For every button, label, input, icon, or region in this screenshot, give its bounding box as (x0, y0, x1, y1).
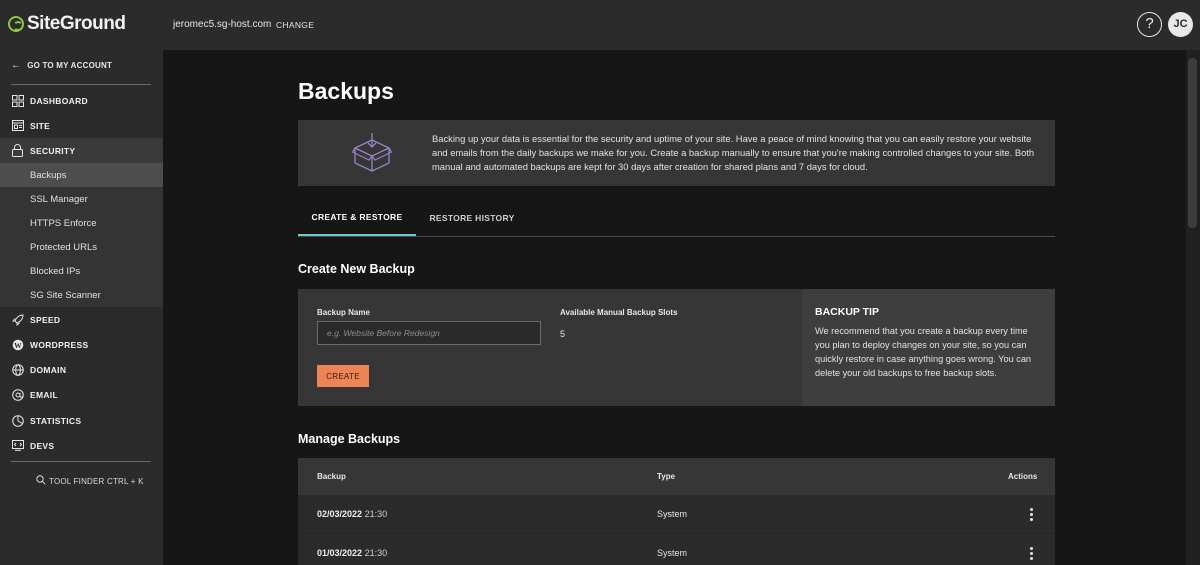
backup-name-label: Backup Name (317, 308, 370, 317)
backup-tip-text: We recommend that you create a backup ev… (815, 326, 1032, 378)
create-backup-button[interactable]: CREATE (317, 365, 369, 387)
row-actions-menu-icon[interactable] (1025, 505, 1037, 523)
logo-mark-icon (8, 16, 24, 32)
sidebar-subitem-sg-site-scanner[interactable]: SG Site Scanner (0, 283, 163, 307)
backup-time: 21:30 (364, 509, 388, 519)
search-icon (36, 475, 46, 487)
backup-tip-panel: BACKUP TIP We recommend that you create … (802, 289, 1055, 406)
sidebar-item-email[interactable]: EMAIL (0, 382, 163, 407)
top-bar: SiteGround jeromec5.sg-host.com CHANGE ?… (0, 0, 1200, 50)
table-row: 02/03/2022 21:30 System (298, 495, 1055, 533)
arrow-left-icon: ← (11, 60, 22, 71)
site-icon (11, 119, 24, 132)
sidebar-item-dashboard[interactable]: DASHBOARD (0, 88, 163, 113)
sidebar-item-domain[interactable]: DOMAIN (0, 357, 163, 382)
row-actions-menu-icon[interactable] (1025, 544, 1037, 562)
svg-text:W: W (14, 340, 22, 349)
scrollbar-thumb[interactable] (1188, 58, 1197, 228)
globe-icon (11, 363, 24, 376)
rocket-icon (11, 313, 24, 326)
column-header-actions: Actions (1008, 472, 1038, 481)
backup-box-icon (351, 132, 393, 179)
backup-type: System (657, 548, 688, 558)
backup-date-value: 01/03/2022 (317, 548, 363, 558)
sidebar-item-label: SECURITY (30, 145, 76, 156)
create-backup-heading: Create New Backup (298, 262, 415, 276)
backup-date-value: 02/03/2022 (317, 509, 363, 519)
dashboard-icon (11, 94, 24, 107)
column-header-type: Type (657, 472, 676, 481)
sidebar-divider (11, 461, 151, 462)
sidebar-item-devs[interactable]: DEVS (0, 433, 163, 458)
backup-name-input[interactable] (317, 321, 541, 345)
sidebar-item-wordpress[interactable]: W WORDPRESS (0, 332, 163, 357)
sidebar-subitem-ssl-manager[interactable]: SSL Manager (0, 187, 163, 211)
sidebar-item-statistics[interactable]: STATISTICS (0, 408, 163, 433)
backups-info-panel: Backing up your data is essential for th… (298, 120, 1055, 186)
backups-table: Backup Type Actions 02/03/2022 21:30 Sys… (298, 458, 1055, 565)
sidebar-item-label: STATISTICS (30, 415, 82, 426)
sidebar-item-speed[interactable]: SPEED (0, 307, 163, 332)
sidebar-item-label: DOMAIN (30, 364, 67, 375)
tool-finder[interactable]: TOOL FINDER CTRL + K (36, 475, 144, 487)
tab-create-restore[interactable]: CREATE & RESTORE (298, 200, 416, 236)
sidebar-item-label: WORDPRESS (30, 339, 89, 350)
user-avatar[interactable]: JC (1168, 12, 1193, 37)
lock-icon (11, 144, 24, 157)
backup-tabs: CREATE & RESTORE RESTORE HISTORY (298, 200, 1055, 237)
backups-info-text: Backing up your data is essential for th… (432, 133, 1035, 172)
siteground-logo[interactable]: SiteGround (8, 13, 126, 35)
page-title: Backups (298, 78, 394, 104)
go-to-account-link[interactable]: ← GO TO MY ACCOUNT (11, 60, 112, 71)
content-scrollbar[interactable] (1186, 50, 1200, 565)
create-backup-form: Backup Name Available Manual Backup Slot… (298, 289, 802, 406)
sidebar-subitem-https-enforce[interactable]: HTTPS Enforce (0, 211, 163, 235)
slots-label: Available Manual Backup Slots (560, 308, 678, 317)
sidebar-subitem-backups[interactable]: Backups (0, 163, 163, 187)
sidebar-subitem-protected-urls[interactable]: Protected URLs (0, 235, 163, 259)
sidebar-item-security[interactable]: SECURITY (0, 138, 163, 163)
column-header-backup: Backup (317, 472, 346, 481)
table-header: Backup Type Actions (298, 458, 1055, 495)
manage-backups-heading: Manage Backups (298, 432, 401, 446)
tool-finder-label: TOOL FINDER CTRL + K (49, 476, 144, 486)
code-icon (11, 439, 24, 452)
backup-tip-title: BACKUP TIP (815, 306, 879, 318)
pie-chart-icon (11, 414, 24, 427)
sidebar-item-site[interactable]: SITE (0, 113, 163, 138)
wordpress-icon: W (11, 338, 24, 351)
sidebar-subitem-blocked-ips[interactable]: Blocked IPs (0, 259, 163, 283)
logo-text: SiteGround (27, 13, 126, 34)
backup-type: System (657, 509, 688, 519)
email-icon (11, 388, 24, 401)
sidebar-item-label: SPEED (30, 314, 61, 325)
backup-date: 01/03/2022 21:30 (317, 548, 387, 558)
sidebar-item-label: EMAIL (30, 389, 58, 400)
sidebar-divider (11, 84, 151, 85)
backup-date: 02/03/2022 21:30 (317, 509, 387, 519)
sidebar-item-label: DEVS (30, 440, 55, 451)
table-row: 01/03/2022 21:30 System (298, 534, 1055, 565)
help-button[interactable]: ? (1137, 12, 1162, 37)
backup-time: 21:30 (364, 548, 388, 558)
go-to-account-label: GO TO MY ACCOUNT (27, 61, 113, 70)
tab-restore-history[interactable]: RESTORE HISTORY (416, 200, 528, 236)
sidebar-item-label: SITE (30, 120, 51, 131)
current-site-domain: jeromec5.sg-host.com (173, 19, 272, 30)
change-site-link[interactable]: CHANGE (276, 20, 314, 30)
sidebar-item-label: DASHBOARD (30, 95, 88, 106)
create-backup-card: Backup Name Available Manual Backup Slot… (298, 289, 1055, 406)
sidebar: ← GO TO MY ACCOUNT DASHBOARD SITE SECURI… (0, 50, 163, 565)
slots-value: 5 (560, 329, 566, 339)
